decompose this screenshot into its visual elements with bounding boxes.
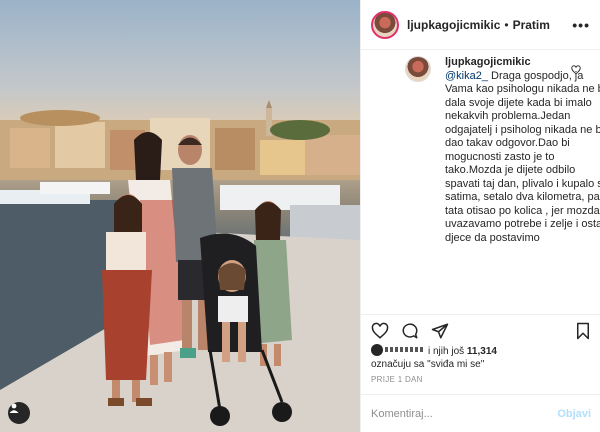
user-tag-icon[interactable]: [8, 402, 30, 424]
photo-scene: [0, 100, 360, 432]
likes-prefix: i njih još: [428, 346, 465, 357]
comment-form: Objavi: [361, 394, 600, 432]
post-timestamp[interactable]: PRIJE 1 DAN: [371, 375, 423, 384]
comment-input[interactable]: [371, 407, 558, 420]
comment-text: Draga gospodjo, ja Vama kao psihologu ni…: [445, 69, 600, 244]
comment-username[interactable]: ljupkagojicmikic: [445, 56, 531, 68]
heart-icon[interactable]: [371, 322, 389, 340]
likes-suffix: označuju sa "sviđa mi se": [371, 359, 485, 370]
post-header: ljupkagojicmikic • Pratim •••: [361, 0, 600, 50]
post-photo[interactable]: [0, 0, 360, 432]
avatar[interactable]: [371, 10, 399, 39]
share-icon[interactable]: [431, 322, 449, 340]
liker-avatar: [371, 344, 383, 356]
post-sidebar: ljupkagojicmikic • Pratim ••• ljupkagoji…: [360, 0, 600, 432]
likes-summary[interactable]: i njih još 11,314 označuju sa "sviđa mi …: [371, 344, 591, 371]
scroll-fade: [361, 300, 600, 314]
more-icon[interactable]: •••: [572, 17, 590, 33]
comment-icon[interactable]: [401, 322, 419, 340]
comment-like-heart-icon[interactable]: [571, 62, 581, 80]
blurred-username: [385, 347, 425, 352]
following-button[interactable]: Pratim: [513, 18, 550, 32]
bookmark-icon[interactable]: [575, 322, 591, 340]
separator: •: [504, 17, 509, 32]
post-username[interactable]: ljupkagojicmikic: [407, 18, 500, 32]
comment-avatar[interactable]: [405, 56, 431, 82]
likes-count: 11,314: [466, 346, 497, 357]
action-bar: [361, 314, 600, 346]
comment-body: ljupkagojicmikic @kika2_ Draga gospodjo,…: [445, 56, 600, 245]
post-comment-button[interactable]: Objavi: [557, 408, 591, 420]
comment-mention[interactable]: @kika2_: [445, 70, 488, 82]
